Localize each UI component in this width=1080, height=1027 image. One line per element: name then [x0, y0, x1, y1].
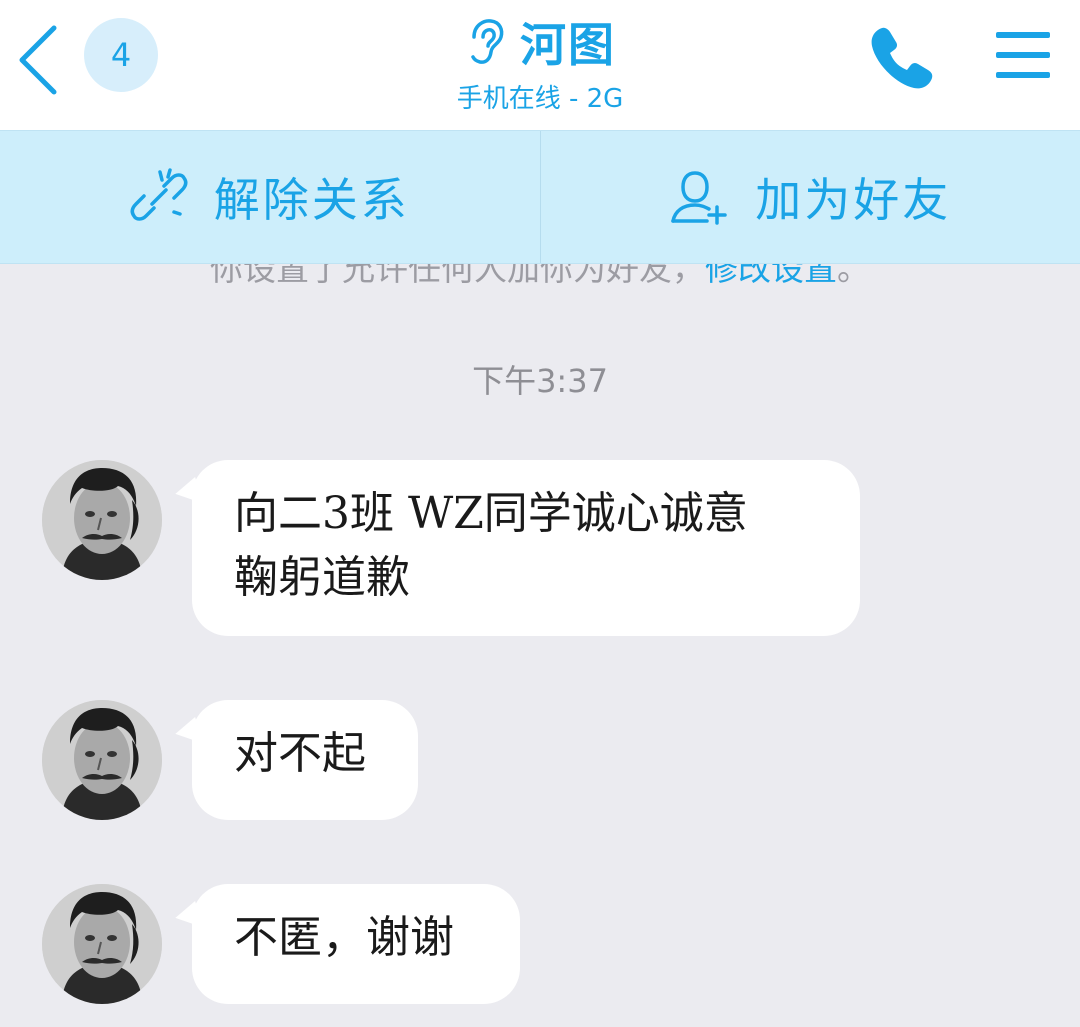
portrait-image — [42, 700, 162, 820]
call-button[interactable] — [862, 18, 942, 98]
message-text: 对不起 — [234, 728, 366, 779]
avatar[interactable] — [42, 700, 162, 820]
message-bubble[interactable]: 向二3班 WZ同学诚心诚意 鞠躬道歉 — [192, 460, 860, 636]
message-timestamp: 下午3:37 — [472, 362, 608, 400]
avatar[interactable] — [42, 460, 162, 580]
broken-link-icon — [130, 168, 188, 221]
message-text: 向二3班 WZ同学诚心诚意 鞠躬道歉 — [234, 488, 748, 603]
message-bubble[interactable]: 对不起 — [192, 700, 418, 820]
add-user-icon — [671, 171, 727, 225]
chat-header: 4 河图 手机在线 - 2G — [0, 0, 1080, 130]
unread-count-badge[interactable]: 4 — [84, 18, 158, 92]
portrait-image — [42, 884, 162, 1004]
remove-relationship-label: 解除关系 — [213, 173, 410, 227]
add-friend-label: 加为好友 — [755, 173, 952, 227]
chat-title: 河图 手机在线 - 2G — [300, 8, 780, 115]
remove-relationship-button[interactable]: 解除关系 — [0, 131, 540, 263]
phone-icon — [871, 27, 933, 89]
ear-icon[interactable] — [464, 17, 506, 67]
hamburger-menu-icon — [996, 32, 1050, 78]
back-button[interactable] — [12, 18, 72, 98]
add-friend-button[interactable]: 加为好友 — [539, 131, 1080, 263]
avatar[interactable] — [42, 884, 162, 1004]
action-bar: 解除关系 加为好友 — [0, 130, 1080, 264]
chevron-left-icon — [19, 25, 57, 95]
message-text: 不匿，谢谢 — [234, 912, 454, 963]
portrait-image — [42, 460, 162, 580]
menu-button[interactable] — [990, 22, 1060, 92]
contact-name: 河图 — [520, 18, 616, 72]
message-bubble[interactable]: 不匿，谢谢 — [192, 884, 520, 1004]
contact-status: 手机在线 - 2G — [456, 84, 624, 114]
